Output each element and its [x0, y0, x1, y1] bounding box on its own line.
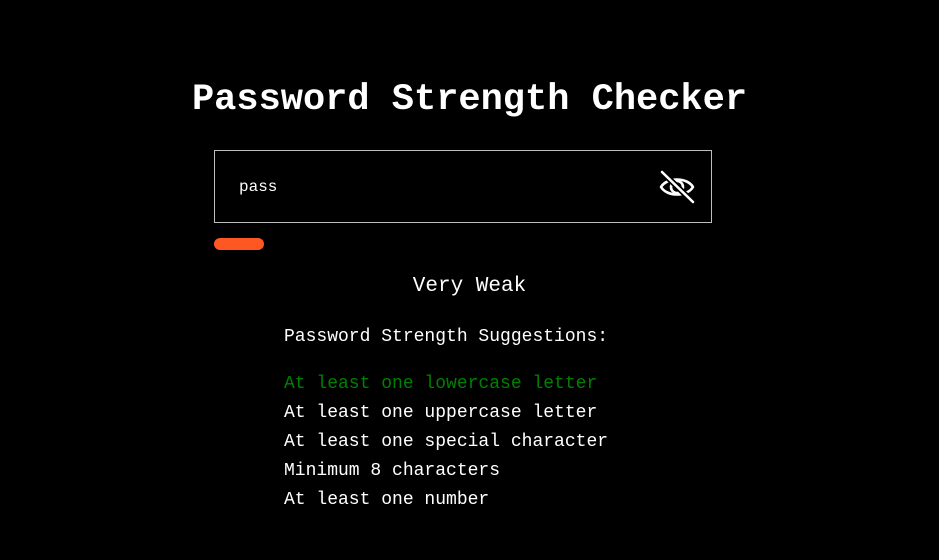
password-input[interactable] — [239, 173, 639, 201]
password-field-container — [214, 150, 712, 223]
suggestion-item: Minimum 8 characters — [284, 461, 501, 481]
strength-label: Very Weak — [412, 275, 527, 298]
page-title: Password Strength Checker — [191, 79, 748, 121]
suggestion-item: At least one number — [284, 490, 490, 510]
strength-meter — [214, 238, 712, 250]
suggestions-list: At least one lowercase letter At least o… — [284, 370, 608, 515]
suggestion-item: At least one special character — [284, 432, 609, 452]
eye-off-icon[interactable] — [657, 169, 697, 205]
suggestion-item: At least one lowercase letter — [284, 374, 598, 394]
strength-meter-fill — [214, 238, 264, 250]
suggestion-item: At least one uppercase letter — [284, 403, 598, 423]
suggestions-heading: Password Strength Suggestions: — [284, 327, 609, 347]
